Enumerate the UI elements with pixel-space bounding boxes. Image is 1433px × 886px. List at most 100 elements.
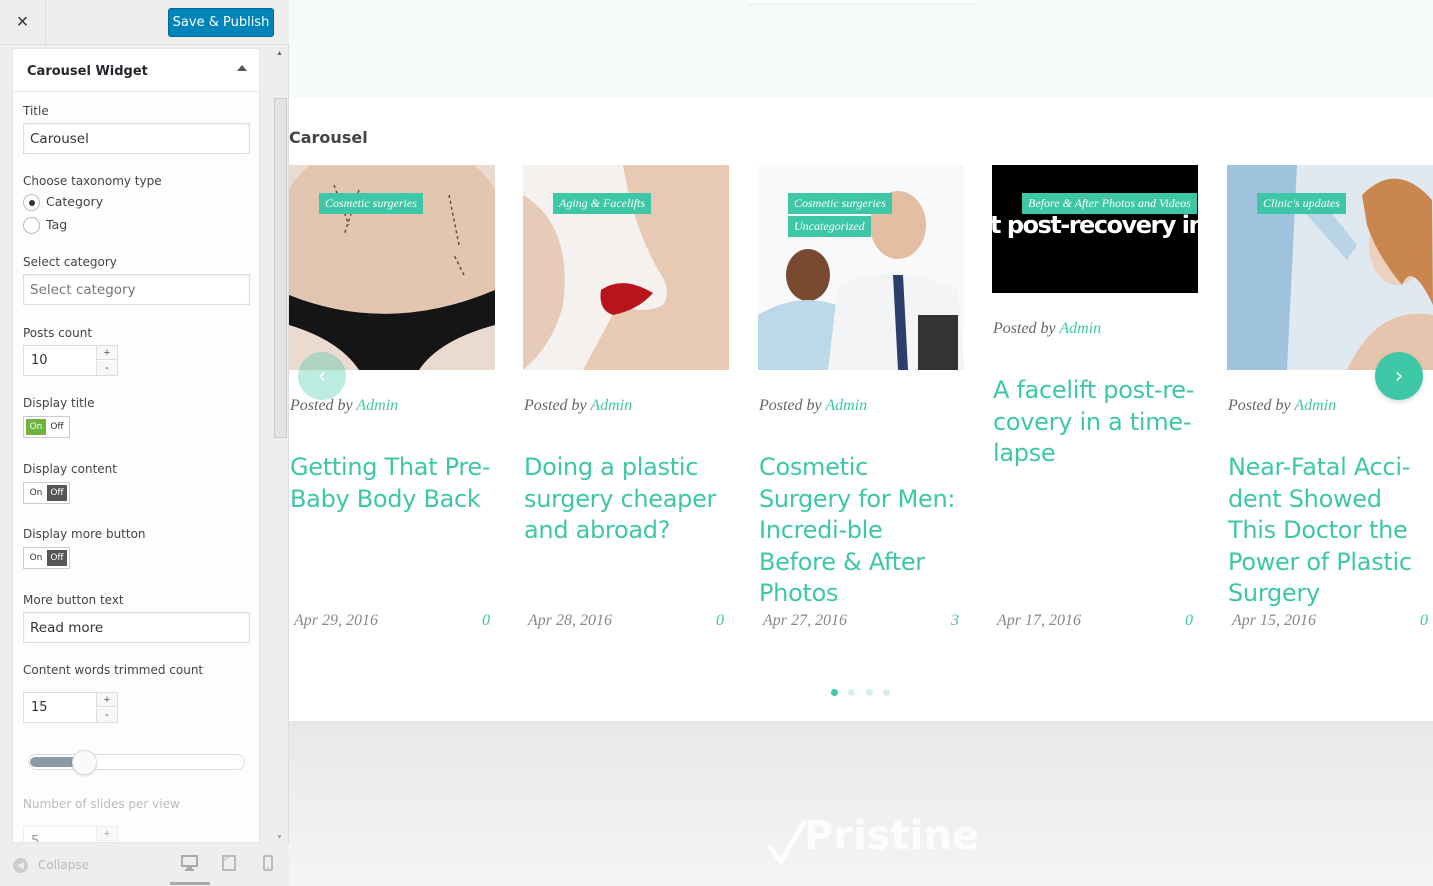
site-preview: Carousel Cosmetic surgeries Posted by Ad… [289,0,1433,886]
pagination-dot[interactable] [883,689,890,696]
scroll-down-icon[interactable]: ▼ [276,834,283,841]
trim-count-label: Content words trimmed count [23,663,204,677]
display-title-toggle[interactable]: On Off [23,416,70,438]
comment-count[interactable]: 0 [716,612,724,630]
post-title[interactable]: Cosmetic Surgery for Men: Incredi-ble Be… [759,452,964,610]
category-select[interactable]: Select category [23,274,250,305]
radio-tag[interactable] [23,217,40,234]
save-publish-button[interactable]: Save & Publish [168,8,274,37]
display-more-label: Display more button [23,527,146,541]
video-thumbnail[interactable]: t post-recovery in a tin [992,165,1198,293]
comment-count[interactable]: 0 [1420,612,1428,630]
posted-by-label: Posted by [1228,397,1291,414]
toggle-off: Off [47,550,67,566]
slides-per-view-value: 5 [31,834,40,843]
decrement-button[interactable]: - [96,361,117,375]
toggle-on: On [26,550,46,566]
radio-category[interactable] [23,194,40,211]
comment-count[interactable]: 0 [1185,612,1193,630]
collapse-arrow-icon[interactable] [237,65,247,71]
post-byline: Posted by Admin [290,397,398,415]
author-link[interactable]: Admin [1294,397,1336,414]
post-card[interactable]: Cosmetic surgeries Uncategorized Posted … [758,165,964,645]
slides-per-view-stepper[interactable]: 5 + [23,826,118,843]
comment-count[interactable]: 3 [951,612,959,630]
post-card[interactable]: t post-recovery in a tin Before & After … [992,165,1198,645]
panel-header: × Save & Publish [0,0,289,45]
title-input[interactable]: Carousel [23,123,250,154]
panel-scrollbar[interactable]: ▲ ▼ [272,48,289,843]
post-card[interactable]: Aging & Facelifts Posted by Admin Doing … [523,165,729,645]
posts-count-stepper[interactable]: 10 + - [23,345,118,376]
post-title[interactable]: Near-Fatal Acci-dent Showed This Doctor … [1228,452,1433,610]
post-date: Apr 17, 2016 [997,612,1081,629]
more-text-label: More button text [23,593,124,607]
active-device-indicator [170,882,210,885]
author-link[interactable]: Admin [825,397,867,414]
footer-logo: Pristine [804,813,979,859]
more-text-input[interactable]: Read more [23,612,250,643]
collapse-icon[interactable]: ◀ [13,858,28,873]
display-more-toggle[interactable]: On Off [23,547,70,569]
collapse-label[interactable]: Collapse [38,858,89,872]
chevron-right-icon: › [1394,363,1404,389]
post-date: Apr 28, 2016 [528,612,612,629]
increment-button[interactable]: + [96,827,117,841]
carousel-next-button[interactable]: › [1375,352,1423,400]
widget-title: Carousel Widget [27,64,148,79]
increment-button[interactable]: + [96,346,117,360]
trim-count-stepper[interactable]: 15 + - [23,692,118,723]
top-bar [747,0,977,3]
posted-by-label: Posted by [524,397,587,414]
scroll-thumb[interactable] [274,98,287,438]
pagination-dot[interactable] [866,689,873,696]
category-tag[interactable]: Cosmetic surgeries [788,193,892,214]
decrement-button[interactable]: - [96,708,117,722]
post-title[interactable]: A facelift post-re-covery in a time-laps… [993,375,1198,470]
video-caption: t post-recovery in a tin [992,211,1198,239]
post-byline: Posted by Admin [993,320,1101,338]
carousel-widget-form: Carousel Widget Title Carousel Choose ta… [12,48,260,843]
author-link[interactable]: Admin [1059,320,1101,337]
slider-handle[interactable] [72,750,97,775]
site-footer [289,721,1433,886]
pagination-dot[interactable] [848,689,855,696]
close-icon: × [16,11,29,33]
category-tag[interactable]: Uncategorized [788,216,871,237]
tablet-icon[interactable] [222,855,236,871]
comment-count[interactable]: 0 [482,612,490,630]
close-button[interactable]: × [0,0,46,45]
carousel-title: Carousel [289,128,368,147]
toggle-off: Off [47,485,67,501]
mobile-icon[interactable] [263,855,273,871]
category-tag[interactable]: Clinic's updates [1257,193,1346,214]
display-content-toggle[interactable]: On Off [23,482,70,504]
category-tag[interactable]: Aging & Facelifts [553,193,651,214]
post-date: Apr 15, 2016 [1232,612,1316,629]
category-tag[interactable]: Before & After Photos and Videos [1022,193,1197,214]
category-label: Select category [23,255,117,269]
post-title[interactable]: Doing a plastic surgery cheaper and abro… [524,452,729,547]
radio-tag-label: Tag [46,217,68,232]
increment-button[interactable]: + [96,693,117,707]
author-link[interactable]: Admin [590,397,632,414]
post-title[interactable]: Getting That Pre-Baby Body Back [290,452,495,515]
post-date: Apr 29, 2016 [294,612,378,629]
display-title-label: Display title [23,396,95,410]
pagination-dot[interactable] [831,689,838,696]
trim-count-value: 15 [31,700,48,715]
author-link[interactable]: Admin [356,397,398,414]
slides-per-view-label: Number of slides per view [23,797,180,811]
radio-category-label: Category [46,194,104,209]
post-byline: Posted by Admin [524,397,632,415]
scroll-up-icon[interactable]: ▲ [276,50,283,57]
carousel-prev-button[interactable]: ‹ [298,352,346,400]
desktop-icon[interactable] [181,855,198,871]
trim-range-slider[interactable] [28,750,245,775]
slider-fill [30,757,78,767]
category-tag[interactable]: Cosmetic surgeries [319,193,423,214]
widget-header[interactable]: Carousel Widget [13,49,259,92]
display-content-label: Display content [23,462,117,476]
post-card[interactable]: Clinic's updates Posted by Admin Near-Fa… [1227,165,1433,645]
post-card[interactable]: Cosmetic surgeries Posted by Admin Getti… [289,165,495,645]
